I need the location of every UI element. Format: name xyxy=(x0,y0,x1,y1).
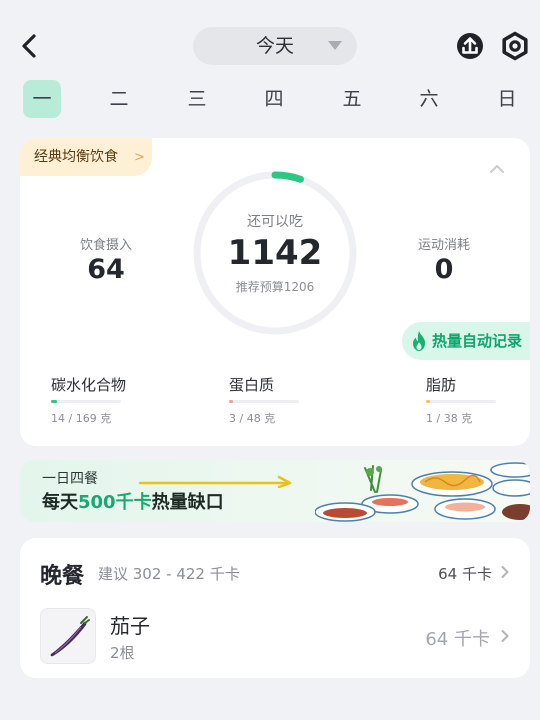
share-icon xyxy=(457,33,483,59)
macro-name: 蛋白质 xyxy=(229,376,275,394)
intake-value: 64 xyxy=(87,254,125,285)
macro-progress-bar xyxy=(51,400,121,403)
auto-log-label: 热量自动记录 xyxy=(432,332,523,350)
macro-amount: 14 / 169 克 xyxy=(51,412,112,425)
macro-name: 碳水化合物 xyxy=(51,376,127,394)
weekday-5[interactable]: 五 xyxy=(333,80,371,118)
diet-plan-tag[interactable]: 经典均衡饮食 > xyxy=(20,138,152,176)
arrow-right-icon xyxy=(138,475,292,488)
remaining-label: 还可以吃 xyxy=(247,214,303,230)
meal-total[interactable]: 64 千卡 xyxy=(412,563,492,584)
macro-amount: 3 / 48 克 xyxy=(229,412,276,425)
food-thumbnail xyxy=(40,608,96,664)
weekday-2[interactable]: 二 xyxy=(100,80,138,118)
banner-line2: 每天500千卡热量缺口 xyxy=(42,488,224,514)
gear-icon xyxy=(502,31,528,61)
exercise-label: 运动消耗 xyxy=(417,238,470,253)
macro-progress-bar xyxy=(426,400,496,403)
calorie-summary-card: 经典均衡饮食 > 饮食摄入 64 还可以吃 1142 推荐预算1206 运动消耗… xyxy=(20,138,530,446)
weekday-3[interactable]: 三 xyxy=(178,80,216,118)
macro-progress-bar xyxy=(229,400,299,403)
weekday-7[interactable]: 日 xyxy=(488,80,526,118)
banner-line1: 一日四餐 xyxy=(42,471,98,487)
chevron-up-icon xyxy=(490,165,504,173)
auto-calorie-log-button[interactable]: 热量自动记录 xyxy=(402,322,530,360)
eggplant-image xyxy=(50,616,90,657)
exercise-value: 0 xyxy=(434,254,454,285)
flame-icon xyxy=(413,331,425,351)
food-name: 茄子 xyxy=(110,614,150,638)
date-selector[interactable]: 今天 xyxy=(193,27,357,65)
share-button[interactable] xyxy=(454,30,486,62)
remaining-value: 1142 xyxy=(227,233,323,273)
chevron-left-icon xyxy=(22,34,36,58)
chevron-right-icon: > xyxy=(134,150,145,165)
settings-button[interactable] xyxy=(499,30,531,62)
macro-progress-fill xyxy=(51,400,57,403)
chevron-right-icon[interactable] xyxy=(500,565,510,579)
collapse-button[interactable] xyxy=(488,160,506,173)
banner-line2-highlight: 500千卡 xyxy=(78,492,152,513)
dinner-card: 晚餐 建议 302 - 422 千卡 64 千卡 茄子 2根 64 千卡 xyxy=(20,538,530,678)
food-calories[interactable]: 64 千卡 xyxy=(390,625,490,651)
chevron-right-icon[interactable] xyxy=(500,629,510,643)
back-button[interactable] xyxy=(14,30,46,62)
weekday-6[interactable]: 六 xyxy=(410,80,448,118)
intake-label: 饮食摄入 xyxy=(79,238,132,253)
banner-line2-prefix: 每天 xyxy=(42,492,78,513)
macro-progress-fill xyxy=(426,400,430,403)
macro-amount: 1 / 38 克 xyxy=(426,412,473,425)
diet-plan-label: 经典均衡饮食 xyxy=(34,149,118,165)
macro-name: 脂肪 xyxy=(426,376,457,394)
weekday-4[interactable]: 四 xyxy=(255,80,293,118)
budget-text: 推荐预算1206 xyxy=(235,280,315,294)
weekday-1[interactable]: 一 xyxy=(23,80,61,118)
caret-down-icon xyxy=(328,41,342,50)
meal-suggestion: 建议 302 - 422 千卡 xyxy=(98,565,240,583)
promo-banner[interactable]: 一日四餐 每天500千卡热量缺口 xyxy=(20,460,530,522)
meal-title: 晚餐 xyxy=(40,564,85,589)
food-dishes-illustration xyxy=(315,462,530,522)
food-quantity: 2根 xyxy=(110,644,135,662)
macro-progress-fill xyxy=(229,400,233,403)
banner-line2-suffix: 热量缺口 xyxy=(151,492,224,513)
